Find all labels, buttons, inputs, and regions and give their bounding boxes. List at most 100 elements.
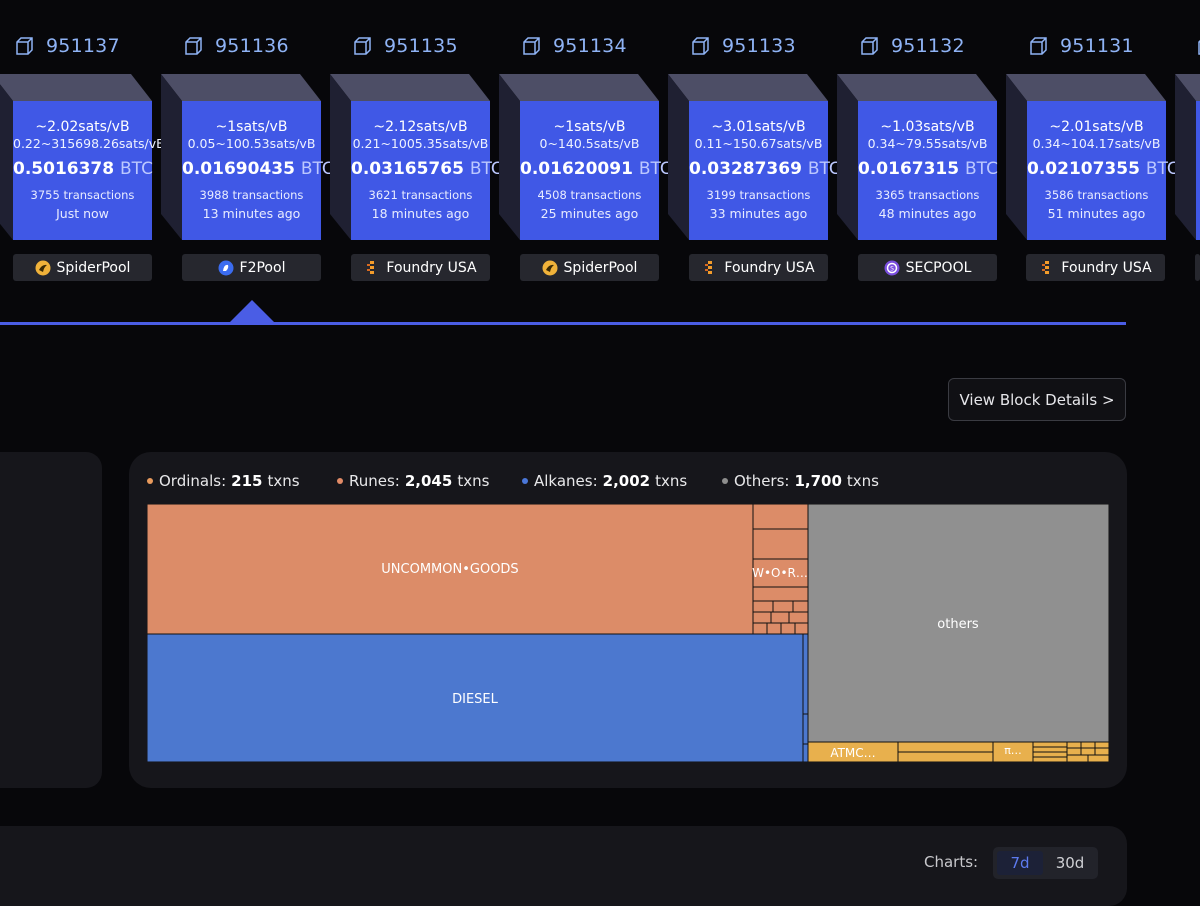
btc-value: 0.0167315	[858, 159, 960, 179]
treemap-ordinals-small-10[interactable]	[1066, 747, 1082, 756]
block-time: 25 minutes ago	[540, 206, 639, 221]
treemap-ordinals-small-13[interactable]	[1066, 754, 1089, 762]
charts-option-7d[interactable]: 7d	[997, 851, 1043, 875]
treemap-runes-small-3[interactable]	[752, 586, 809, 602]
treemap-alkanes-small-3[interactable]	[802, 743, 809, 762]
btc-amount: 0.5016378 BTC	[13, 158, 153, 180]
charts-option-30d[interactable]: 30d	[1047, 851, 1093, 875]
block-cube[interactable]: ~3.01sats/vB 0.11~150.67sats/vB 0.032873…	[668, 74, 841, 242]
block-cube[interactable]: ~2.12sats/vB 0.21~1005.35sats/vB 0.03165…	[330, 74, 503, 242]
treemap-runes-small-2[interactable]	[752, 528, 809, 560]
treemap-runes-small-10[interactable]	[752, 622, 768, 635]
treemap-ordinals-small-12[interactable]	[1094, 747, 1109, 756]
transaction-count: 3988 transactions	[199, 188, 304, 202]
treemap-runes-small-7[interactable]	[752, 611, 772, 624]
pool-label[interactable]: Foundry USA	[1026, 254, 1165, 281]
btc-amount: 0.02107355 BTC	[1027, 158, 1179, 180]
treemap-ordinals-small-8[interactable]	[1080, 741, 1096, 749]
treemap-label-uncommon-goods: UNCOMMON•GOODS	[381, 562, 518, 577]
legend-unit: txns	[655, 472, 688, 490]
block-number[interactable]: 951132	[859, 34, 965, 58]
treemap-ordinals-small-1[interactable]	[897, 741, 994, 753]
block-cube[interactable]: ~1sats/vB 0~140.5sats/vB 0.01620091 BTC …	[499, 74, 672, 242]
legend-dot	[522, 478, 528, 484]
treemap-runes-small-6[interactable]	[792, 600, 809, 613]
median-fee: ~2.01sats/vB	[1049, 119, 1144, 135]
treemap-ordinals-small-2[interactable]	[897, 751, 994, 762]
treemap-runes-small-13[interactable]	[794, 622, 809, 635]
legend-label: Others:	[734, 472, 790, 490]
block-number[interactable]	[1196, 34, 1200, 58]
treemap-runes-small-1[interactable]	[752, 504, 809, 530]
btc-value: 0.03287369	[689, 159, 802, 179]
btc-unit: BTC	[120, 159, 153, 179]
pool-label[interactable]: Foundry USA	[351, 254, 490, 281]
btc-unit: BTC	[965, 159, 998, 179]
legend-dot	[147, 478, 153, 484]
fee-range: 0.21~1005.35sats/vB	[352, 136, 489, 151]
treemap-runes-small-8[interactable]	[770, 611, 790, 624]
block-cube[interactable]: ~2.02sats/vB 0.22~315698.26sats/vB 0.501…	[0, 74, 165, 242]
block-cube[interactable]: ~1sats/vB 0.05~100.53sats/vB 0.01690435 …	[161, 74, 334, 242]
btc-amount: 0.01690435 BTC	[182, 158, 334, 180]
transaction-count: 3755 transactions	[30, 188, 135, 202]
pool-label[interactable]: F2Pool	[182, 254, 321, 281]
block-cube[interactable]: ~2.01sats/vB 0.34~104.17sats/vB 0.021073…	[1006, 74, 1179, 242]
block-number[interactable]: 951135	[352, 34, 458, 58]
legend-count: 2,002	[602, 472, 651, 490]
legend-dot	[722, 478, 728, 484]
view-block-details-button[interactable]: View Block Details >	[948, 378, 1126, 421]
pool-label[interactable]: SpiderPool	[520, 254, 659, 281]
fee-range: 0~140.5sats/vB	[539, 136, 640, 151]
btc-amount: 0.03287369 BTC	[689, 158, 841, 180]
pool-name: SpiderPool	[56, 259, 131, 276]
treemap-runes-small-12[interactable]	[780, 622, 796, 635]
treemap-ordinals-small-7[interactable]	[1066, 741, 1082, 749]
cube-icon	[523, 37, 540, 55]
treemap-alkanes-small-1[interactable]	[802, 633, 809, 715]
block-number[interactable]: 951134	[521, 34, 627, 58]
legend-unit: txns	[267, 472, 300, 490]
median-fee: ~2.02sats/vB	[35, 119, 130, 135]
btc-unit: BTC	[300, 159, 334, 179]
transaction-count: 3586 transactions	[1044, 188, 1149, 202]
treemap-ordinals-small-9[interactable]	[1094, 741, 1109, 749]
cube-icon	[861, 37, 878, 55]
pool-label-partial[interactable]	[1195, 254, 1200, 281]
treemap-ordinals-small-4[interactable]	[1032, 746, 1068, 753]
block-cube[interactable]: ~1.03sats/vB 0.34~79.55sats/vB 0.0167315…	[837, 74, 998, 242]
block-time: 48 minutes ago	[878, 206, 977, 221]
legend-ordinals: Ordinals: 215 txns	[147, 472, 300, 490]
block-time: 18 minutes ago	[371, 206, 470, 221]
treemap-ordinals-small-6[interactable]	[1032, 756, 1068, 762]
cube-icon	[1030, 37, 1047, 55]
treemap-label-others: others	[937, 617, 979, 632]
block-number[interactable]: 951131	[1028, 34, 1134, 58]
btc-value: 0.5016378	[13, 159, 115, 179]
treemap-ordinals-small-3[interactable]	[1032, 741, 1068, 748]
treemap-ordinals-small-11[interactable]	[1080, 747, 1096, 756]
charts-range-toggle: 7d 30d	[993, 847, 1098, 879]
treemap-runes-small-5[interactable]	[772, 600, 794, 613]
pool-name: Foundry USA	[1061, 259, 1152, 276]
legend-count: 1,700	[794, 472, 842, 490]
block-number[interactable]: 951136	[183, 34, 289, 58]
treemap-runes-small-4[interactable]	[752, 600, 774, 613]
legend-label: Alkanes:	[534, 472, 598, 490]
pool-label[interactable]: SpiderPool	[13, 254, 152, 281]
treemap-label-atmc: ATMC…	[830, 746, 875, 760]
treemap-ordinals-small-5[interactable]	[1032, 751, 1068, 758]
cube-icon	[354, 37, 371, 55]
block-number[interactable]: 951137	[14, 34, 120, 58]
treemap-ordinals-small-14[interactable]	[1087, 754, 1109, 762]
treemap-alkanes-small-2[interactable]	[802, 713, 809, 745]
treemap-runes-small-9[interactable]	[788, 611, 809, 624]
block-face: ~2.02sats/vB 0.22~315698.26sats/vB 0.501…	[13, 101, 165, 240]
pool-label[interactable]: Foundry USA	[689, 254, 828, 281]
treemap-runes-small-11[interactable]	[766, 622, 782, 635]
block-cube-partial[interactable]	[1175, 74, 1200, 242]
median-fee: ~1sats/vB	[215, 119, 288, 135]
block-number[interactable]: 951133	[690, 34, 796, 58]
pool-label[interactable]: S SECPOOL	[858, 254, 997, 281]
btc-amount: 0.03165765 BTC	[351, 158, 503, 180]
